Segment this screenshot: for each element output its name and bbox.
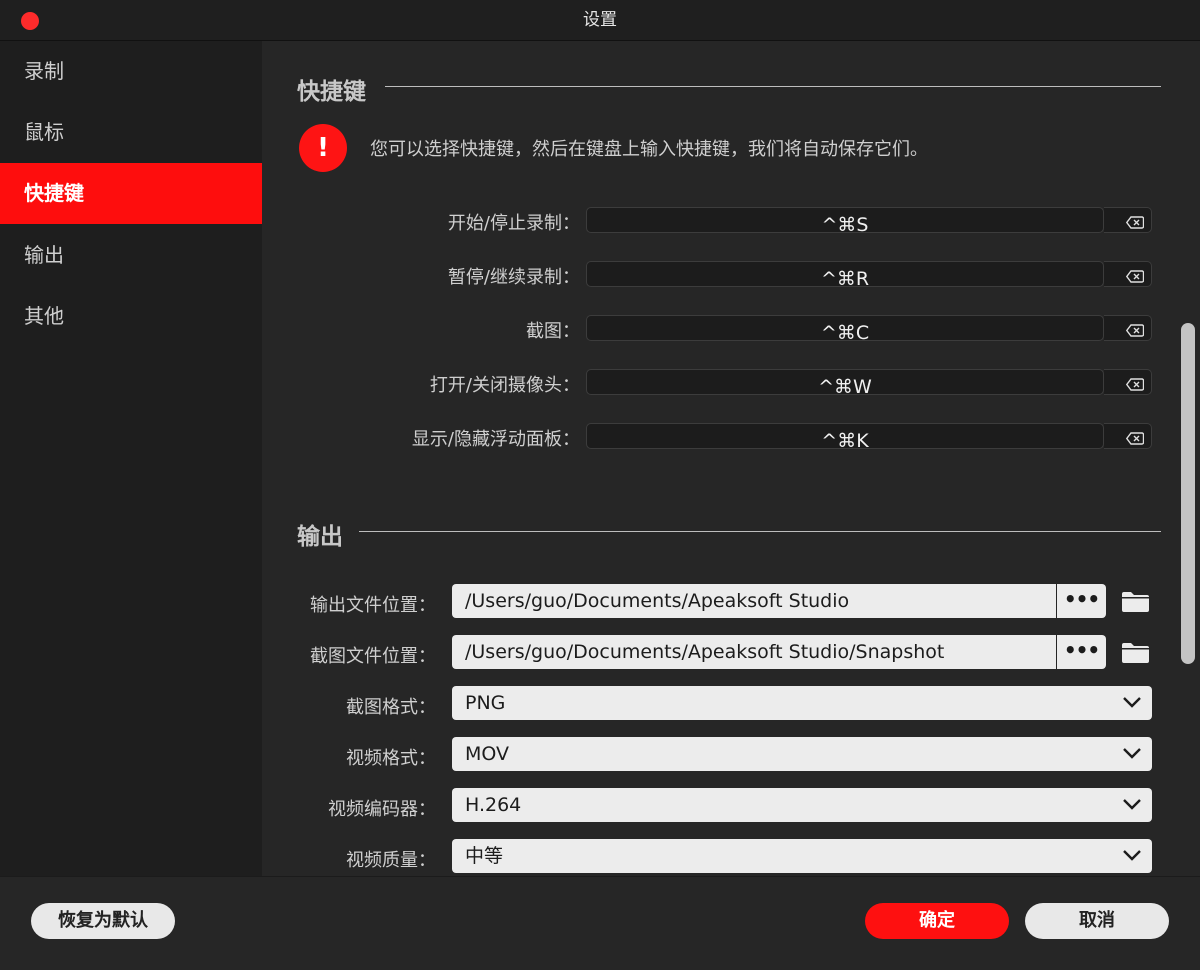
clear-shortcut-button[interactable] [1104,315,1152,341]
browse-snapshot-button[interactable]: ••• [1057,635,1106,669]
video-quality-label: 视频质量： [346,850,436,871]
shortcut-label-start-stop: 开始/停止录制： [447,213,580,234]
shortcut-hint-text: 您可以选择快捷键，然后在键盘上输入快捷键，我们将自动保存它们。 [370,139,928,160]
window-title: 设置 [583,10,617,30]
snapshot-format-label: 截图格式： [346,697,436,718]
sidebar-item-other[interactable]: 其他 [0,286,262,347]
backspace-icon [1126,324,1144,337]
footer-bar: 恢复为默认 确定 取消 [0,876,1200,970]
shortcut-label-floating-panel: 显示/隐藏浮动面板： [411,429,580,450]
backspace-icon [1126,378,1144,391]
video-codec-value: H.264 [465,794,522,816]
ok-button[interactable]: 确定 [865,903,1009,939]
output-section-title: 输出 [297,524,343,550]
shortcut-field-floating-panel[interactable]: ^⌘K [586,423,1104,452]
clear-shortcut-button[interactable] [1104,369,1152,395]
output-path-label: 输出文件位置： [310,595,436,616]
browse-output-button[interactable]: ••• [1057,584,1106,618]
video-format-label: 视频格式： [346,748,436,769]
shortcut-label-pause-resume: 暂停/继续录制： [447,267,580,288]
snapshot-path-label: 截图文件位置： [310,646,436,667]
video-quality-select[interactable]: 中等 [452,839,1152,873]
video-quality-value: 中等 [465,845,504,867]
open-folder-icon[interactable] [1121,642,1150,664]
chevron-down-icon [1123,850,1141,861]
shortcut-field-pause-resume[interactable]: ^⌘R [586,261,1104,290]
output-path-field[interactable]: /Users/guo/Documents/Apeaksoft Studio [452,584,1056,618]
sidebar-item-mouse[interactable]: 鼠标 [0,102,262,163]
sidebar-item-output[interactable]: 输出 [0,225,262,286]
sidebar-item-record[interactable]: 录制 [0,41,262,102]
title-bar: 设置 [0,0,1200,41]
video-format-value: MOV [465,743,510,765]
sidebar-item-shortcuts[interactable]: 快捷键 [0,163,262,224]
shortcut-field-webcam[interactable]: ^⌘W [586,369,1104,398]
cancel-button[interactable]: 取消 [1025,903,1169,939]
chevron-down-icon [1123,799,1141,810]
backspace-icon [1126,216,1144,229]
restore-defaults-button[interactable]: 恢复为默认 [31,903,175,939]
alert-icon: ! [299,124,347,172]
backspace-icon [1126,270,1144,283]
shortcut-label-webcam: 打开/关闭摄像头： [429,375,580,396]
section-divider [385,86,1161,87]
shortcut-field-start-stop[interactable]: ^⌘S [586,207,1104,236]
clear-shortcut-button[interactable] [1104,261,1152,287]
video-codec-label: 视频编码器： [328,799,436,820]
video-codec-select[interactable]: H.264 [452,788,1152,822]
shortcut-label-screenshot: 截图： [526,321,580,342]
shortcut-field-screenshot[interactable]: ^⌘C [586,315,1104,344]
backspace-icon [1126,432,1144,445]
section-divider [359,531,1161,532]
chevron-down-icon [1123,748,1141,759]
clear-shortcut-button[interactable] [1104,207,1152,233]
clear-shortcut-button[interactable] [1104,423,1152,449]
content-scrollbar[interactable] [1181,323,1195,664]
shortcuts-section-title: 快捷键 [297,79,366,105]
snapshot-path-field[interactable]: /Users/guo/Documents/Apeaksoft Studio/Sn… [452,635,1056,669]
chevron-down-icon [1123,697,1141,708]
snapshot-format-value: PNG [465,692,506,714]
snapshot-format-select[interactable]: PNG [452,686,1152,720]
settings-window: 设置 录制 鼠标 快捷键 输出 其他 快捷键 ! 您可以选择快捷键，然后在键盘上… [0,0,1200,970]
open-folder-icon[interactable] [1121,591,1150,613]
video-format-select[interactable]: MOV [452,737,1152,771]
